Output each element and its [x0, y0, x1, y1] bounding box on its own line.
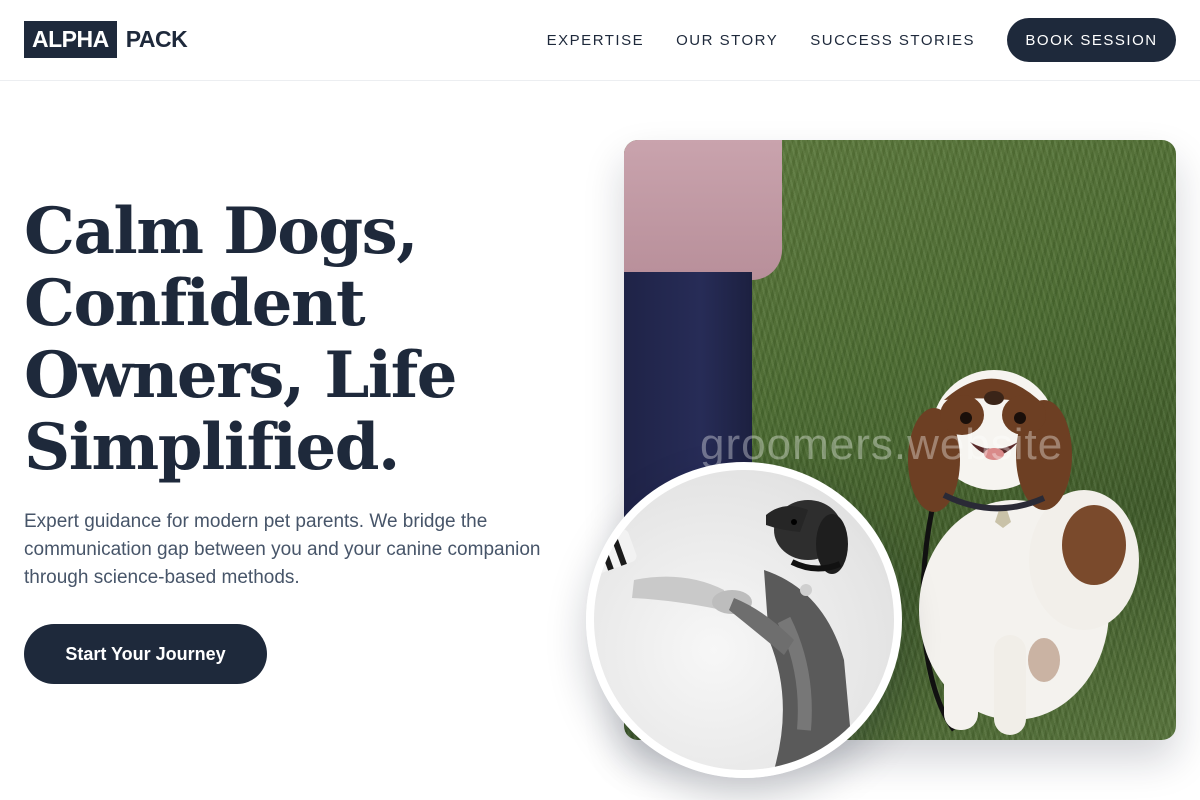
headline-line: Simplified. [24, 410, 400, 485]
person-shirt [624, 140, 782, 280]
brand-logo[interactable]: ALPHA PACK [24, 21, 188, 58]
nav-link-our-story[interactable]: OUR STORY [676, 32, 778, 49]
start-journey-button[interactable]: Start Your Journey [24, 624, 267, 684]
nav-link-expertise[interactable]: EXPERTISE [547, 32, 644, 49]
main-nav: EXPERTISE OUR STORY SUCCESS STORIES BOOK… [547, 18, 1176, 62]
spaniel-dog-illustration [908, 370, 1139, 735]
book-session-button[interactable]: BOOK SESSION [1007, 18, 1176, 62]
headline-line: Owners, Life [24, 338, 457, 413]
logo-box-text: ALPHA [24, 21, 117, 58]
hero-subtext: Expert guidance for modern pet parents. … [24, 511, 541, 588]
nav-link-success-stories[interactable]: SUCCESS STORIES [810, 32, 975, 49]
dog-handshake-illustration [594, 500, 854, 770]
headline-line: Confident [24, 266, 366, 341]
logo-text: PACK [125, 26, 188, 52]
inset-photo-dog-handshake [586, 462, 902, 778]
headline-line: Calm Dogs, [24, 194, 418, 269]
site-header: ALPHA PACK EXPERTISE OUR STORY SUCCESS S… [0, 0, 1200, 81]
hero-headline: Calm Dogs, Confident Owners, Life Simpli… [24, 196, 584, 484]
